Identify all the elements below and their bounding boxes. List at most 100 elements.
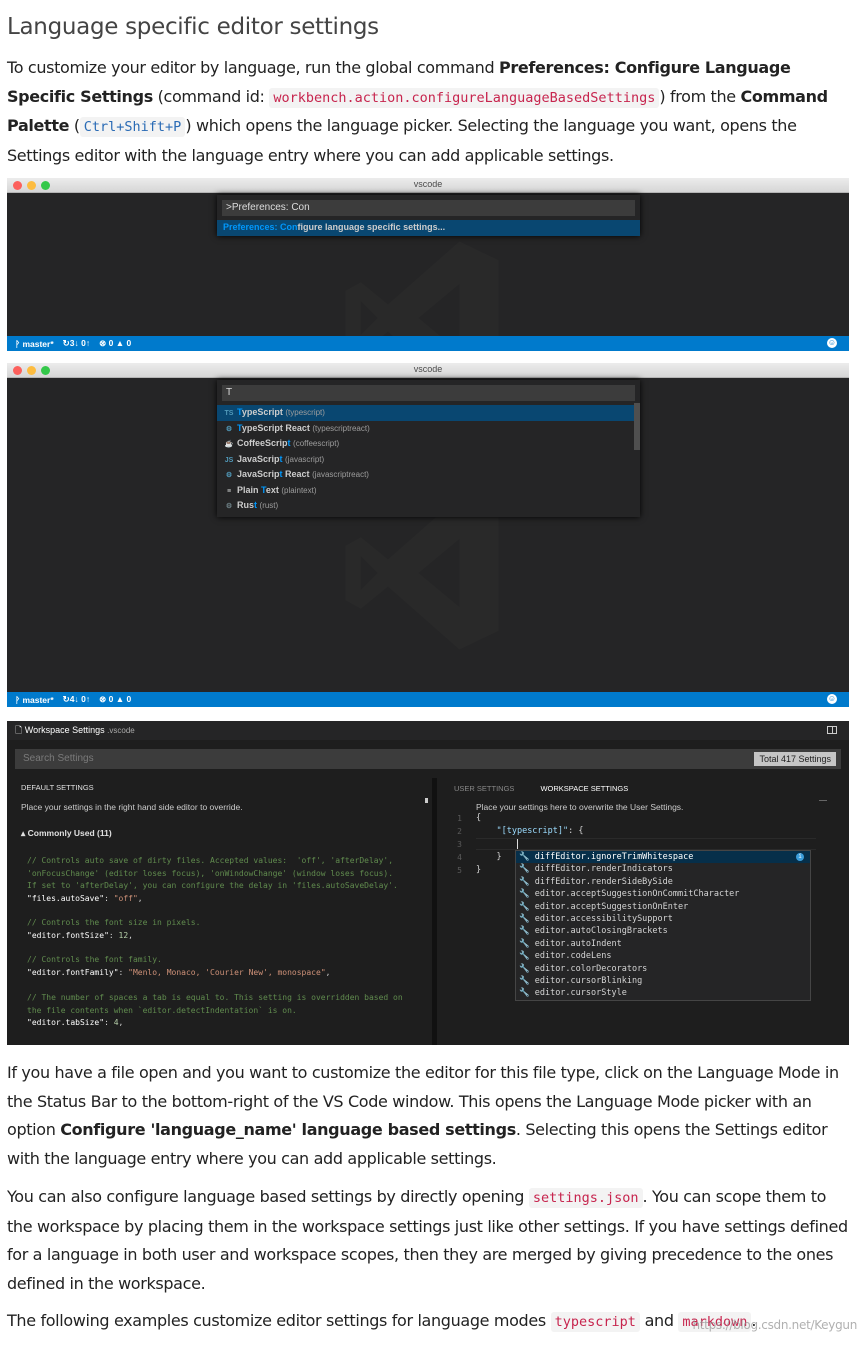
comment: // The number of spaces a tab is equal t… [27,993,403,1002]
page-title: Language specific editor settings [7,14,379,40]
item-match: t [287,438,291,448]
sync-indicator[interactable]: ↻4↓ 0↑ [63,694,90,705]
language-item[interactable]: ☕ CoffeeScript (coffeescript) [217,436,640,452]
wrench-icon: 🔧 [519,988,530,999]
tab-workspace-settings[interactable]: WORKSPACE SETTINGS [540,784,628,793]
feedback-smiley-icon[interactable]: ☺ [827,338,837,348]
file-icon: 🗋 [15,725,23,735]
command-id-code: workbench.action.configureLanguageBasedS… [269,87,660,108]
default-setting-autosave: // Controls auto save of dirty files. Ac… [27,856,398,903]
item-match: t [254,500,258,510]
language-id: (typescriptreact) [312,423,370,433]
command-palette: >Preferences: Con Preferences: Configure… [217,195,640,236]
vscode-logo-watermark-icon [345,241,499,351]
item-prefix: Preferences: [223,222,281,232]
default-setting-fontsize: // Controls the font size in pixels. "ed… [27,918,201,940]
setting-value: 12 [118,930,129,940]
branch-indicator[interactable]: ᚹ master* [15,695,54,705]
keybinding-code: Ctrl+Shift+P [79,117,186,137]
info-icon[interactable]: i [796,853,804,861]
item-text: React [282,469,310,479]
suggestion-item[interactable]: 🔧 editor.autoIndent [516,938,810,950]
suggestion-item[interactable]: 🔧 editor.cursorStyle [516,987,810,999]
wrench-icon: 🔧 [519,876,530,887]
language-key: "[typescript]" [496,826,569,836]
text: The following examples customize editor … [7,1311,551,1330]
suggestion-item[interactable]: 🔧 editor.codeLens [516,950,810,962]
text: ( [69,116,80,135]
watermark: https://blog.csdn.net/Keygun [692,1318,857,1332]
editor-tab[interactable]: 🗋 Workspace Settings .vscode [7,721,849,740]
settings-json-paragraph: You can also configure language based se… [7,1183,852,1298]
language-item[interactable]: JS JavaScript (javascript) [217,452,640,468]
language-item[interactable]: ⚙ TypeScript React (typescriptreact) [217,421,640,437]
language-id: (javascript) [285,454,325,464]
setting-key: "files.autoSave" [27,893,105,903]
tab-user-settings[interactable]: USER SETTINGS [454,784,514,793]
settings-search-input[interactable]: Search Settings Total 417 Settings [15,749,841,769]
suggestion-item[interactable]: 🔧 editor.cursorBlinking [516,975,810,987]
language-item[interactable]: ⚙ Rust (rust) [217,498,640,514]
problems-indicator[interactable]: ⊗ 0 ▲ 0 [99,338,131,349]
setting-key: "editor.fontFamily" [27,967,119,977]
sync-icon: ↻ [62,338,70,348]
suggestion-label: editor.acceptSuggestionOnCommitCharacter [534,889,740,900]
wrench-icon: 🔧 [519,913,530,924]
language-picker-input[interactable]: T [222,385,635,401]
language-icon: ≡ [226,487,232,495]
comment: // Controls the font size in pixels. [27,918,201,927]
suggestion-label: editor.cursorBlinking [534,975,643,986]
item-text: JavaScrip [237,469,280,479]
screenshot-workspace-settings: 🗋 Workspace Settings .vscode Search Sett… [7,721,849,1045]
suggestion-item[interactable]: 🔧 diffEditor.renderSideBySide [516,876,810,888]
commonly-used-group[interactable]: ▴ Commonly Used (11) [21,828,112,839]
scrollbar[interactable] [634,403,640,450]
language-item[interactable]: TS TypeScript (typescript) [217,405,640,421]
language-icon: ⚙ [225,472,233,479]
suggestion-label: editor.colorDecorators [534,963,648,974]
feedback-smiley-icon[interactable]: ☺ [827,694,837,704]
window-title: vscode [413,179,443,189]
sync-indicator[interactable]: ↻3↓ 0↑ [63,338,90,349]
problems-indicator[interactable]: ⊗ 0 ▲ 0 [99,694,131,705]
suggestion-item[interactable]: 🔧 editor.accessibilitySupport [516,913,810,925]
branch-name: master* [22,338,54,349]
item-text: Plain [237,484,262,495]
suggestion-item[interactable]: 🔧 diffEditor.ignoreTrimWhitespace i [516,851,810,864]
sync-count: 3↓ 0↑ [69,338,91,348]
tab-title: Workspace Settings [24,725,105,735]
language-icon: JS [224,456,234,464]
wrench-icon: 🔧 [519,926,530,937]
scrollbar-marker [425,798,428,803]
language-picker: T TS TypeScript (typescript) ⚙ TypeScript R… [217,380,640,517]
default-settings-hint: Place your settings in the right hand si… [21,802,243,812]
split-editor-icon[interactable] [827,726,837,734]
branch-indicator[interactable]: ᚹ master* [15,339,54,349]
suggestion-label: editor.cursorStyle [534,988,627,999]
default-setting-tabsize: // The number of spaces a tab is equal t… [27,993,403,1027]
warning-count: 0 [126,338,132,348]
suggestion-item[interactable]: 🔧 editor.autoClosingBrackets [516,925,810,937]
suggestion-widget: 🔧 diffEditor.ignoreTrimWhitespace i 🔧 diff… [515,850,811,1001]
wrench-icon: 🔧 [519,975,530,986]
language-icon: TS [224,410,234,417]
setting-key: "editor.tabSize" [27,1018,105,1027]
suggestion-item[interactable]: 🔧 editor.acceptSuggestionOnEnter [516,901,810,913]
suggestion-item[interactable]: 🔧 editor.colorDecorators [516,963,810,975]
text: and [639,1311,679,1330]
comment: // Controls the font family. [27,955,162,964]
wrench-icon: 🔧 [519,938,530,949]
language-icon: ⚙ [225,503,233,510]
editor-divider[interactable] [432,778,437,1045]
suggestion-label: editor.accessibilitySupport [534,913,673,924]
suggestion-item[interactable]: 🔧 editor.acceptSuggestionOnCommitCharact… [516,888,810,900]
palette-item-configure-language[interactable]: Preferences: Configure language specific… [217,220,640,236]
suggestion-item[interactable]: 🔧 diffEditor.renderIndicators [516,863,810,875]
command-palette-input[interactable]: >Preferences: Con [222,200,635,216]
language-icon: ⚙ [225,425,233,433]
wrench-icon: 🔧 [519,864,530,875]
item-text: CoffeeScrip [237,438,288,448]
item-rest: figure language specific settings... [297,222,446,232]
language-item[interactable]: ≡ Plain Text (plaintext) [217,483,640,499]
language-item[interactable]: ⚙ JavaScript React (javascriptreact) [217,467,640,483]
